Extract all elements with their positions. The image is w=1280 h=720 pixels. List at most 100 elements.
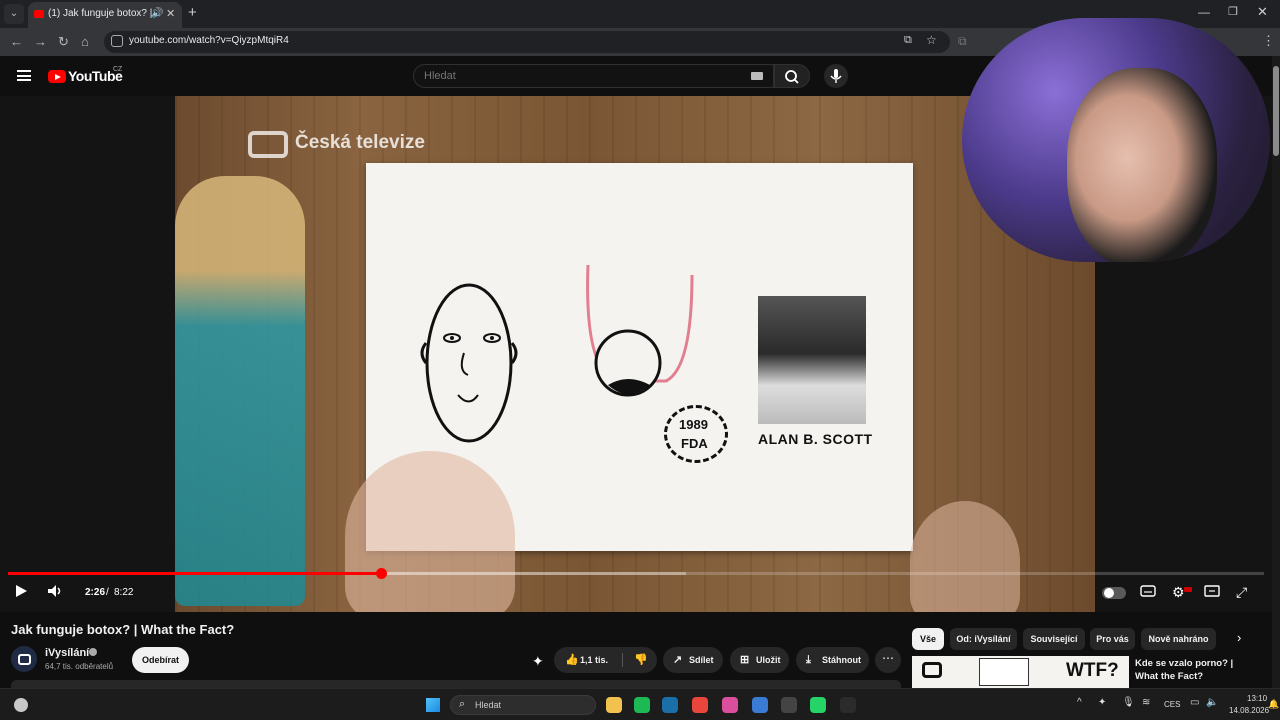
- clock-time[interactable]: 13:10: [1247, 694, 1267, 703]
- taskbar-search-placeholder: Hledat: [475, 700, 502, 710]
- browser-tab[interactable]: (1) Jak funguje botox? | What the Fact? …: [28, 2, 182, 28]
- chevron-right-icon[interactable]: ›: [1237, 630, 1241, 645]
- streamer-image: [1067, 68, 1217, 262]
- video-frame[interactable]: Česká televize ALAN B. SCOTT 1989 FDA: [175, 96, 1095, 612]
- wifi-icon[interactable]: ≋: [1142, 697, 1150, 708]
- chip-recently-uploaded[interactable]: Nově nahráno: [1141, 628, 1216, 650]
- volume-icon[interactable]: [47, 584, 63, 601]
- url-text: youtube.com/watch?v=QiyzpMtqiR4: [129, 35, 289, 46]
- miniplayer-icon[interactable]: [1204, 584, 1220, 601]
- stamp-year: 1989: [679, 417, 708, 432]
- file-explorer-icon[interactable]: [606, 697, 622, 713]
- tray-chevron-up-icon[interactable]: ^: [1077, 697, 1082, 708]
- maximize-button[interactable]: ❐: [1228, 5, 1238, 18]
- more-actions-button[interactable]: ⋯: [875, 647, 901, 673]
- back-button[interactable]: ←: [10, 34, 23, 49]
- install-app-icon[interactable]: ⧉: [904, 34, 912, 47]
- minimize-button[interactable]: —: [1198, 5, 1210, 19]
- extensions-icon[interactable]: ⧉: [958, 34, 967, 49]
- save-label: Uložit: [756, 655, 781, 665]
- channel-name[interactable]: iVysílání: [45, 647, 89, 659]
- close-window-button[interactable]: ✕: [1257, 4, 1268, 20]
- doll-image: [175, 176, 305, 606]
- speaker-icon[interactable]: 🔊: [151, 8, 163, 19]
- keyboard-icon[interactable]: [751, 72, 763, 80]
- notification-bell-icon[interactable]: 🔔: [1268, 699, 1279, 710]
- reload-button[interactable]: ↻: [58, 34, 69, 50]
- steam-icon[interactable]: [662, 697, 678, 713]
- hand-image: [345, 451, 515, 612]
- scrubber-handle[interactable]: [375, 568, 387, 579]
- save-button[interactable]: ⊞ Uložit: [730, 647, 789, 673]
- download-icon: ⤓: [806, 654, 811, 666]
- youtube-favicon-icon: [34, 10, 44, 18]
- address-bar[interactable]: youtube.com/watch?v=QiyzpMtqiR4 ⧉ ☆: [104, 31, 950, 53]
- like-count[interactable]: 1,1 tis.: [580, 647, 608, 673]
- download-button[interactable]: ⤓ Stáhnout: [796, 647, 869, 673]
- windows-start-icon[interactable]: [426, 698, 440, 712]
- network-icon[interactable]: ▭: [1190, 697, 1199, 708]
- whatsapp-icon[interactable]: [810, 697, 826, 713]
- recommended-thumbnail[interactable]: WTF?: [912, 656, 1129, 688]
- sparkle-icon[interactable]: ✦: [532, 653, 544, 670]
- volume-icon[interactable]: 🔈: [1206, 697, 1218, 708]
- search-button[interactable]: [774, 64, 810, 88]
- stamp-text: FDA: [681, 436, 708, 451]
- home-button[interactable]: ⌂: [81, 34, 89, 49]
- photo-caption: ALAN B. SCOTT: [758, 431, 873, 447]
- close-tab-icon[interactable]: ✕: [166, 7, 175, 20]
- bookmark-star-icon[interactable]: ☆: [926, 33, 937, 47]
- thumbs-up-icon[interactable]: 👍: [565, 647, 579, 673]
- webcam-overlay: [962, 18, 1270, 262]
- portrait-photo: [758, 296, 866, 424]
- youtube-logo-icon[interactable]: [48, 70, 66, 83]
- tab-search-button[interactable]: ⌄: [4, 4, 24, 24]
- chip-from-channel[interactable]: Od: iVysílání: [950, 628, 1017, 650]
- divider: [622, 653, 623, 667]
- site-info-icon[interactable]: [111, 35, 123, 47]
- subtitles-icon[interactable]: [1140, 584, 1156, 601]
- browser-menu-icon[interactable]: ⋮: [1262, 33, 1275, 49]
- obs-icon[interactable]: [781, 697, 797, 713]
- voice-search-button[interactable]: [824, 64, 848, 88]
- scrollbar-thumb[interactable]: [1273, 66, 1279, 156]
- dropbox-icon[interactable]: ✦: [1098, 697, 1106, 708]
- new-tab-button[interactable]: +: [188, 4, 197, 21]
- recommended-title[interactable]: Kde se vzalo porno? | What the Fact?: [1135, 657, 1255, 683]
- taskbar-search[interactable]: ⌕ Hledat: [450, 695, 596, 715]
- channel-avatar[interactable]: [11, 646, 37, 672]
- progress-fill: [8, 572, 381, 575]
- fullscreen-icon[interactable]: ⤢: [1236, 584, 1247, 601]
- sketch-image: [979, 658, 1029, 686]
- microphone-icon[interactable]: 🎙: [1122, 697, 1135, 708]
- taskbar: ⌕ Hledat ^ ✦ 🎙 ≋ CES ▭ 🔈 13:10 14.08.202…: [0, 688, 1280, 720]
- autoplay-toggle[interactable]: [1102, 587, 1126, 599]
- share-icon: ↗: [673, 654, 683, 666]
- spotify-icon[interactable]: [634, 697, 650, 713]
- ct-logo-icon: [922, 662, 942, 678]
- menu-icon[interactable]: [17, 70, 31, 81]
- thumbnail-text: WTF?: [1066, 660, 1119, 681]
- video-title: Jak funguje botox? | What the Fact?: [11, 622, 235, 637]
- page-scrollbar[interactable]: [1272, 56, 1280, 688]
- clock-date[interactable]: 14.08.2026: [1229, 706, 1269, 715]
- chip-all[interactable]: Vše: [912, 628, 944, 650]
- save-disk-icon[interactable]: [752, 697, 768, 713]
- weather-icon[interactable]: [14, 698, 28, 712]
- current-time: 2:26: [85, 587, 106, 598]
- play-icon[interactable]: [14, 584, 28, 601]
- forward-button[interactable]: →: [34, 34, 47, 49]
- chip-for-you[interactable]: Pro vás: [1090, 628, 1135, 650]
- share-button[interactable]: ↗ Sdílet: [663, 647, 723, 673]
- epic-games-icon[interactable]: [840, 697, 856, 713]
- search-input[interactable]: [424, 68, 724, 84]
- photos-icon[interactable]: [722, 697, 738, 713]
- chrome-icon[interactable]: [692, 697, 708, 713]
- progress-bar[interactable]: [8, 568, 1264, 579]
- fda-stamp: 1989 FDA: [664, 405, 728, 463]
- language-indicator[interactable]: CES: [1164, 700, 1180, 709]
- subscribe-button[interactable]: Odebírat: [132, 647, 189, 673]
- thumbs-down-icon[interactable]: 👎: [634, 647, 648, 673]
- settings-gear-icon[interactable]: ⚙: [1172, 584, 1185, 601]
- chip-related[interactable]: Související: [1023, 628, 1085, 650]
